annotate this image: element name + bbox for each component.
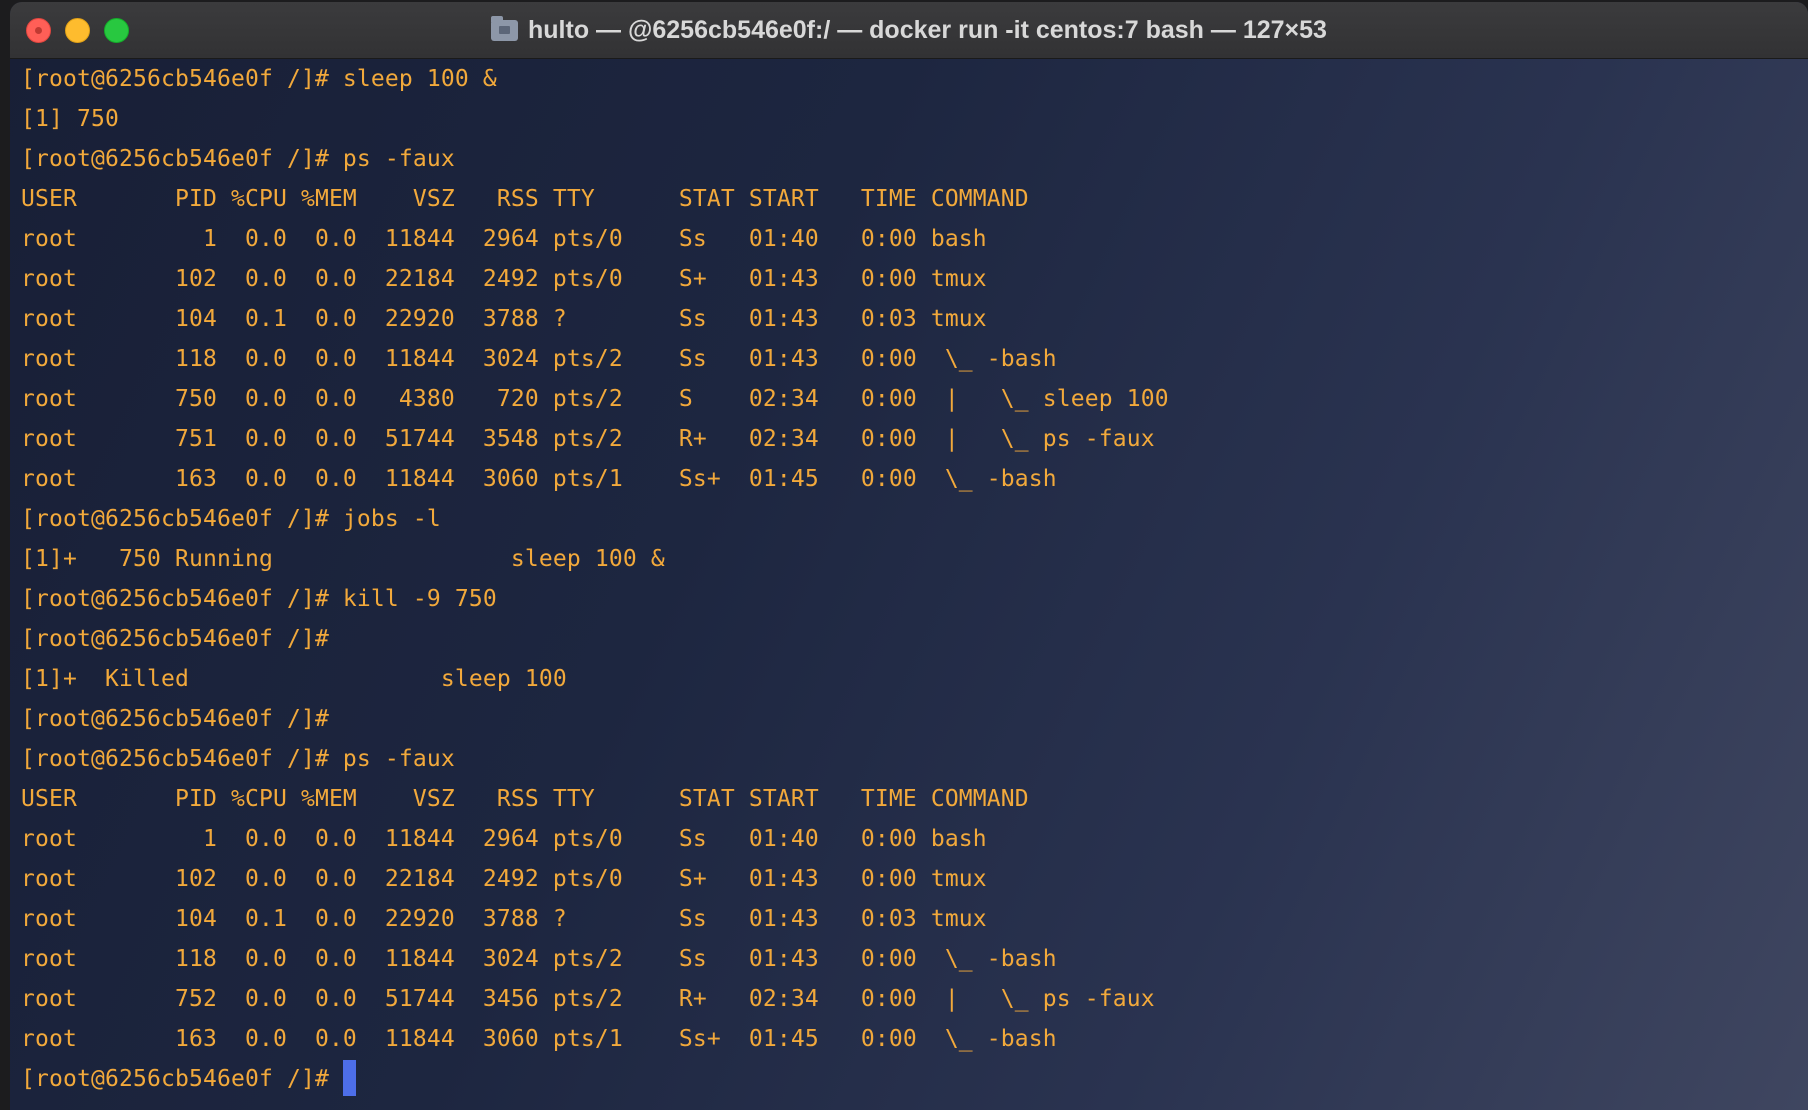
terminal-line: root 1 0.0 0.0 11844 2964 pts/0 Ss 01:40… — [21, 226, 987, 252]
terminal-output[interactable]: [root@6256cb546e0f /]# sleep 100 & [1] 7… — [21, 59, 1808, 1110]
terminal-line: [1]+ 750 Running sleep 100 & — [21, 546, 665, 572]
terminal-line: root 1 0.0 0.0 11844 2964 pts/0 Ss 01:40… — [21, 826, 987, 852]
terminal-line: root 102 0.0 0.0 22184 2492 pts/0 S+ 01:… — [21, 866, 987, 892]
terminal-line: [root@6256cb546e0f /]# jobs -l — [21, 506, 441, 532]
terminal-line: root 118 0.0 0.0 11844 3024 pts/2 Ss 01:… — [21, 346, 1057, 372]
terminal-line: [root@6256cb546e0f /]# ps -faux — [21, 746, 455, 772]
terminal-line: root 163 0.0 0.0 11844 3060 pts/1 Ss+ 01… — [21, 1026, 1057, 1052]
window-title: hulto — @6256cb546e0f:/ — docker run -it… — [10, 2, 1808, 58]
terminal-line: root 752 0.0 0.0 51744 3456 pts/2 R+ 02:… — [21, 986, 1155, 1012]
terminal-line: [root@6256cb546e0f /]# sleep 100 & — [21, 66, 497, 92]
terminal-line: root 751 0.0 0.0 51744 3548 pts/2 R+ 02:… — [21, 426, 1155, 452]
terminal-line: [1] 750 — [21, 106, 119, 132]
terminal-line: USER PID %CPU %MEM VSZ RSS TTY STAT STAR… — [21, 786, 1029, 812]
text-cursor — [342, 1059, 356, 1096]
folder-icon — [491, 15, 519, 41]
terminal-line: [root@6256cb546e0f /]# — [21, 626, 329, 652]
terminal-line: root 118 0.0 0.0 11844 3024 pts/2 Ss 01:… — [21, 946, 1057, 972]
terminal-line: [root@6256cb546e0f /]# kill -9 750 — [21, 586, 497, 612]
terminal-line: [root@6256cb546e0f /]# — [21, 706, 329, 732]
terminal-line: [1]+ Killed sleep 100 — [21, 666, 567, 692]
terminal-line: root 163 0.0 0.0 11844 3060 pts/1 Ss+ 01… — [21, 466, 1057, 492]
window-title-text: hulto — @6256cb546e0f:/ — docker run -it… — [528, 15, 1327, 44]
terminal-line: USER PID %CPU %MEM VSZ RSS TTY STAT STAR… — [21, 186, 1029, 212]
terminal-line: root 104 0.1 0.0 22920 3788 ? Ss 01:43 0… — [21, 306, 987, 332]
terminal-line: root 750 0.0 0.0 4380 720 pts/2 S 02:34 … — [21, 386, 1169, 412]
terminal-window: hulto — @6256cb546e0f:/ — docker run -it… — [10, 2, 1808, 1110]
prompt-line[interactable]: [root@6256cb546e0f /]# — [21, 1059, 1808, 1099]
terminal-line: root 102 0.0 0.0 22184 2492 pts/0 S+ 01:… — [21, 266, 987, 292]
terminal-line: [root@6256cb546e0f /]# ps -faux — [21, 146, 455, 172]
prompt-text: [root@6256cb546e0f /]# — [21, 1066, 343, 1092]
title-bar[interactable]: hulto — @6256cb546e0f:/ — docker run -it… — [10, 2, 1808, 59]
terminal-line: root 104 0.1 0.0 22920 3788 ? Ss 01:43 0… — [21, 906, 987, 932]
